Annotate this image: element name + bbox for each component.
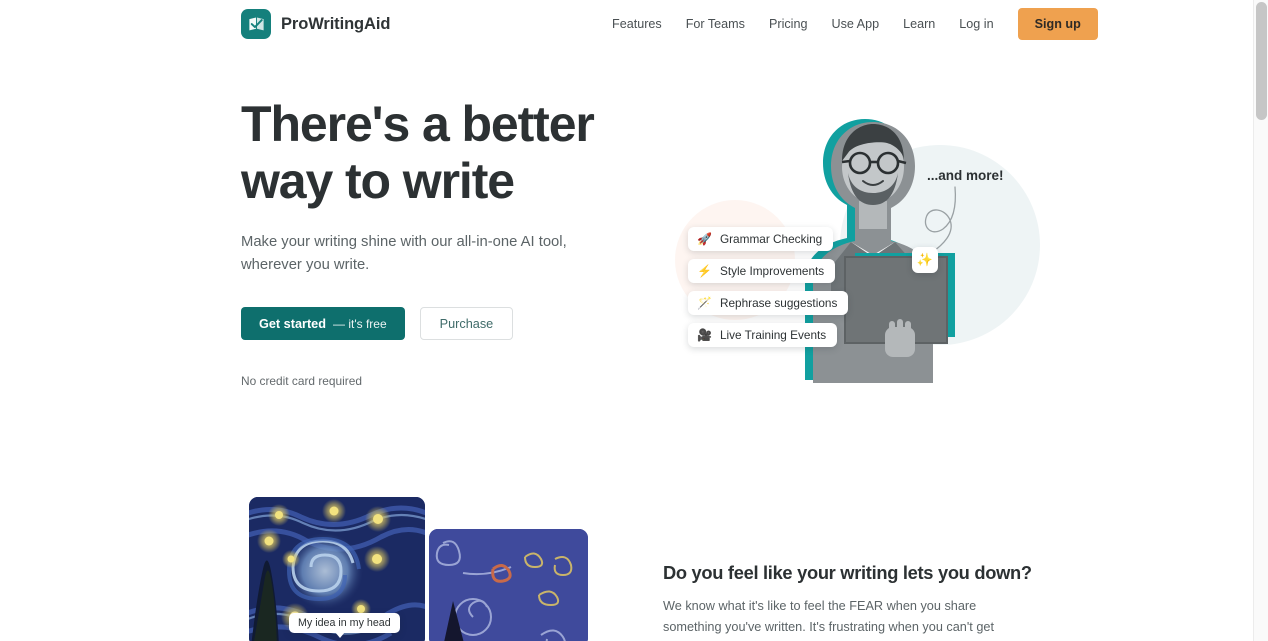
feature-pill-grammar-checking[interactable]: 🚀 Grammar Checking — [688, 227, 834, 251]
site-header: ProWritingAid Features For Teams Pricing… — [0, 0, 1253, 48]
brand-name: ProWritingAid — [281, 14, 391, 33]
bad-drawing-illustration — [429, 529, 588, 641]
purchase-button[interactable]: Purchase — [419, 307, 514, 340]
feature-pill-live-training-events[interactable]: 🎥 Live Training Events — [688, 323, 838, 347]
lower-body-text: We know what it's like to feel the FEAR … — [663, 599, 994, 634]
landing-page: ProWritingAid Features For Teams Pricing… — [0, 0, 1268, 641]
nav-link-features[interactable]: Features — [600, 0, 674, 48]
my-idea-caption: My idea in my head — [289, 613, 400, 638]
lightning-bolt-icon: ⚡ — [697, 264, 712, 278]
movie-camera-icon: 🎥 — [697, 328, 712, 342]
feature-pill-rephrase-suggestions[interactable]: 🪄 Rephrase suggestions — [688, 291, 849, 315]
hero-title-line-2: way to write — [241, 153, 515, 209]
feature-pill-label: Grammar Checking — [719, 232, 823, 246]
hero-title-line-1: There's a better — [241, 96, 595, 152]
nav-link-learn[interactable]: Learn — [891, 0, 947, 48]
scrollbar-thumb[interactable] — [1256, 2, 1267, 120]
hero-copy: There's a better way to write Make your … — [241, 96, 641, 388]
feature-pill-label: Rephrase suggestions — [719, 296, 838, 310]
get-started-label: Get started — [259, 316, 326, 331]
simplified-painting-card — [429, 529, 588, 641]
book-check-logo-icon — [241, 9, 271, 39]
get-started-sublabel: — it's free — [332, 316, 387, 331]
and-more-annotation: ...and more! — [927, 168, 1004, 183]
feature-pill-style-improvements[interactable]: ⚡ Style Improvements — [688, 259, 836, 283]
feature-pill-label: Style Improvements — [719, 264, 825, 278]
vertical-scrollbar[interactable] — [1253, 0, 1268, 641]
nav-link-for-teams[interactable]: For Teams — [674, 0, 757, 48]
feature-pill-list: 🚀 Grammar Checking ⚡ Style Improvements … — [688, 227, 849, 347]
nav-link-use-app[interactable]: Use App — [819, 0, 891, 48]
lower-heading: Do you feel like your writing lets you d… — [663, 562, 1032, 583]
no-credit-card-note: No credit card required — [241, 374, 362, 388]
lower-text-block: Do you feel like your writing lets you d… — [663, 562, 1032, 641]
sparkles-icon: ✨ — [912, 247, 938, 273]
page-title: There's a better way to write — [241, 96, 641, 210]
hero-subtitle: Make your writing shine with our all-in-… — [241, 234, 567, 273]
hero-cta-group: Get started — it's free Purchase — [241, 307, 641, 340]
rocket-icon: 🚀 — [697, 232, 712, 246]
hero-illustration: 🚀 Grammar Checking ⚡ Style Improvements … — [655, 105, 1055, 395]
nav-link-log-in[interactable]: Log in — [947, 0, 1005, 48]
sign-up-button[interactable]: Sign up — [1017, 8, 1098, 40]
nav-link-pricing[interactable]: Pricing — [757, 0, 820, 48]
get-started-button[interactable]: Get started — it's free — [241, 307, 405, 340]
magic-wand-icon: 🪄 — [697, 296, 712, 310]
brand-logo-link[interactable]: ProWritingAid — [241, 9, 390, 39]
feature-pill-label: Live Training Events — [719, 328, 827, 342]
main-navigation: Features For Teams Pricing Use App Learn… — [600, 0, 1098, 48]
